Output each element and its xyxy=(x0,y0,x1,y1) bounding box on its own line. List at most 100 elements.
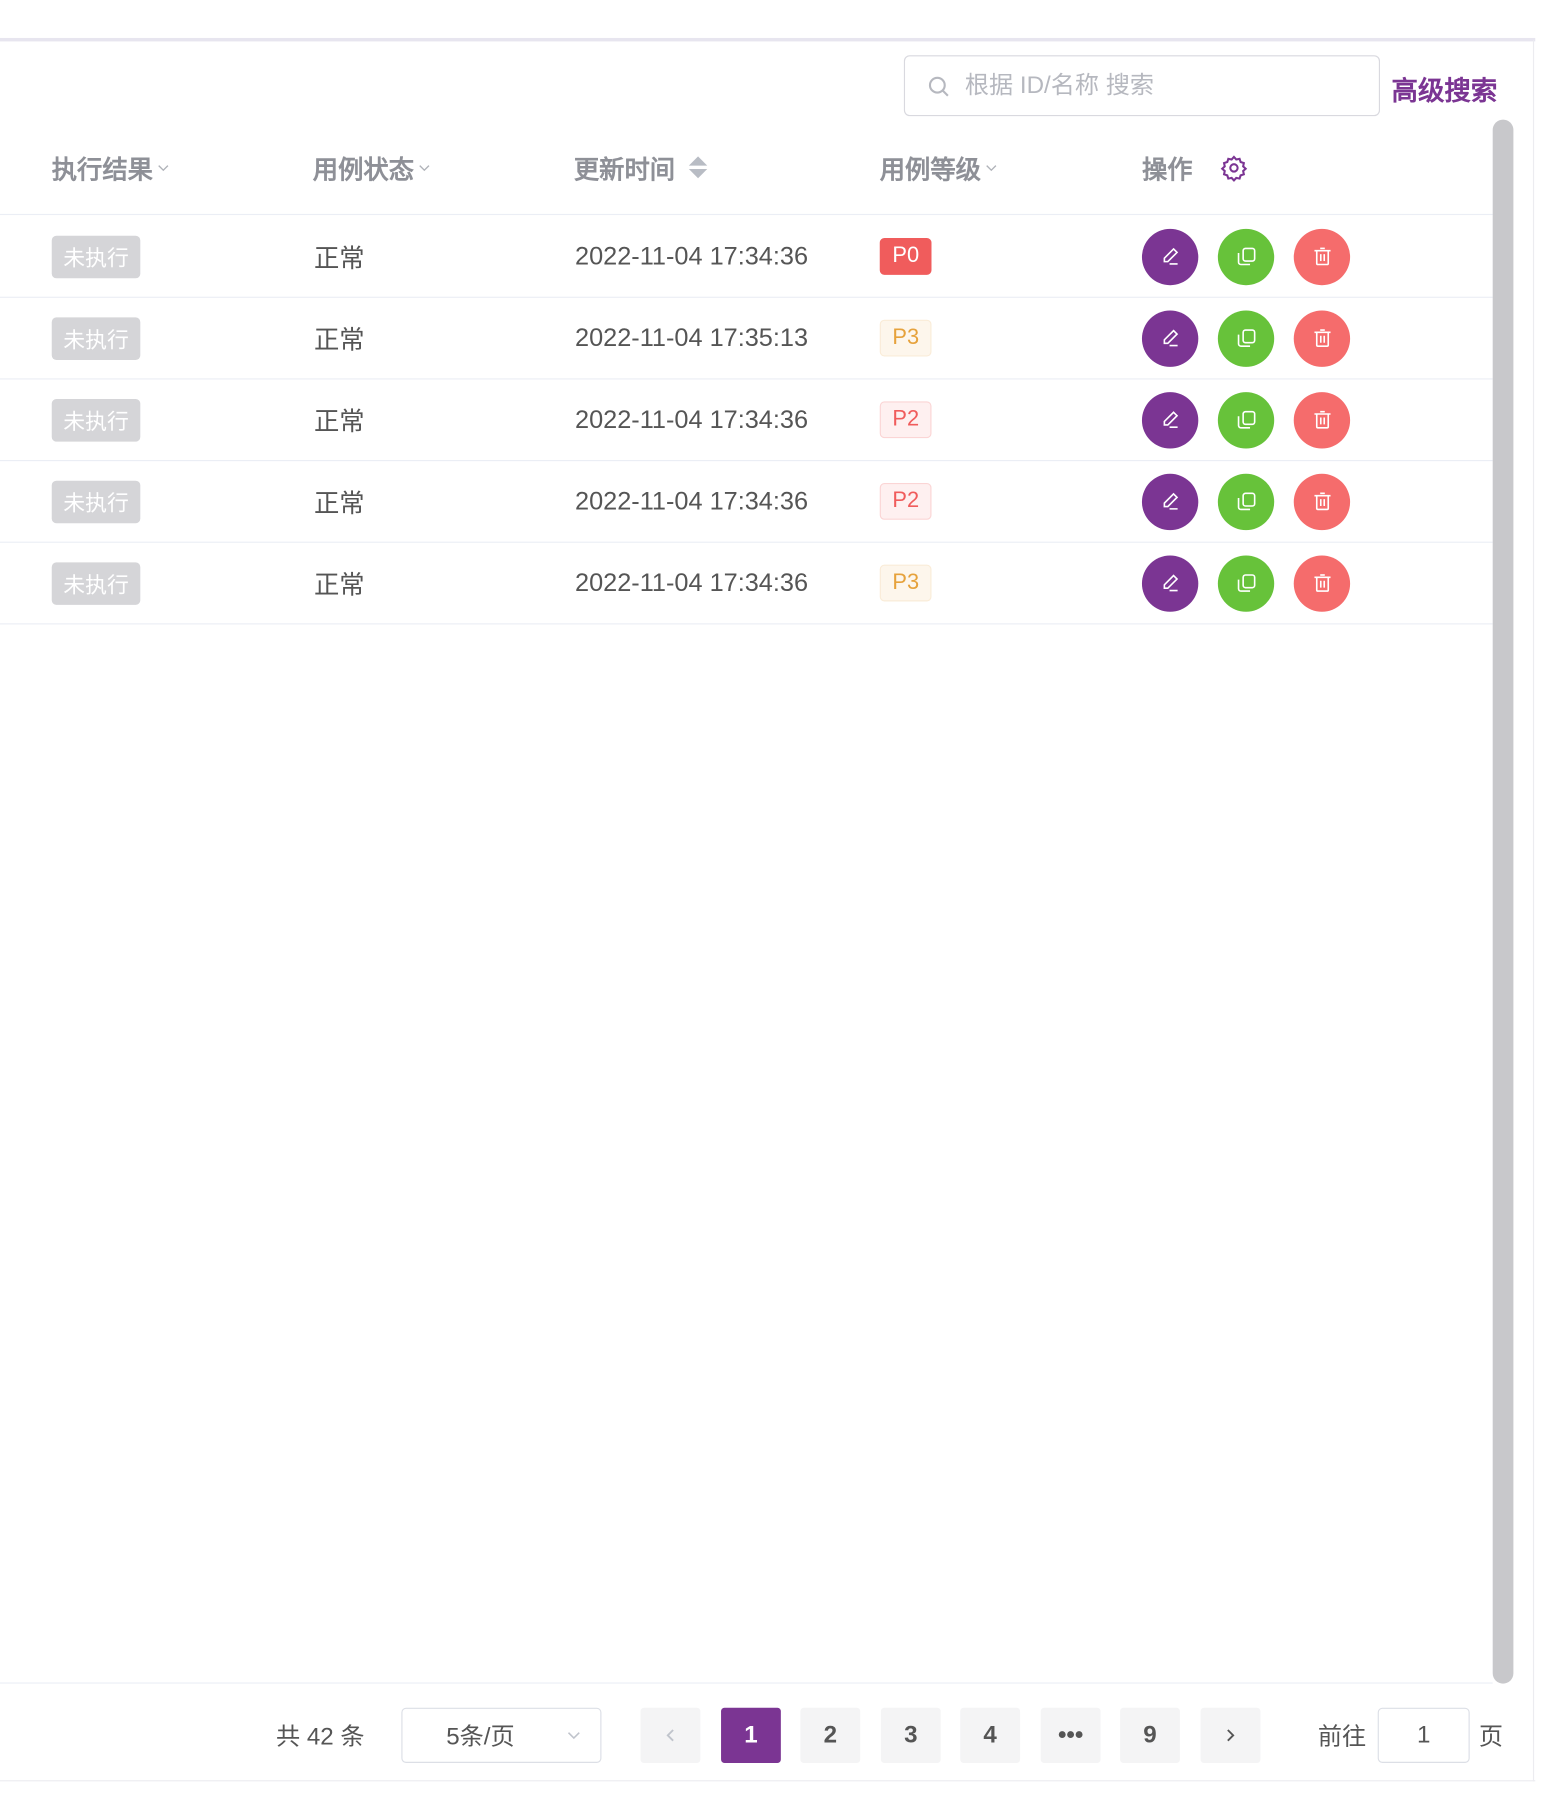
chevron-down-icon[interactable] xyxy=(156,160,170,174)
delete-button[interactable] xyxy=(1293,554,1351,612)
actions-cell xyxy=(1141,216,1370,296)
delete-icon xyxy=(1313,574,1330,592)
status-cell: 正常 xyxy=(313,325,365,355)
status-cell: 正常 xyxy=(313,243,365,273)
actions-cell xyxy=(1141,543,1370,624)
copy-icon xyxy=(1237,574,1255,592)
prev-page-button[interactable] xyxy=(640,1707,701,1763)
column-header-result[interactable]: 执行结果 xyxy=(52,120,170,215)
level-cell: P2 xyxy=(879,461,932,541)
search-icon xyxy=(928,76,949,96)
level-cell: P3 xyxy=(879,298,932,379)
priority-badge: P3 xyxy=(879,319,932,357)
result-cell: 未执行 xyxy=(51,543,141,624)
search-input[interactable] xyxy=(964,71,1356,100)
delete-button[interactable] xyxy=(1293,309,1351,367)
level-cell: P2 xyxy=(879,380,932,461)
search-box[interactable] xyxy=(903,55,1380,117)
page-size-value: 5条/页 xyxy=(446,1723,515,1751)
edit-button[interactable] xyxy=(1141,309,1199,367)
edit-icon xyxy=(1162,329,1178,347)
delete-icon xyxy=(1313,329,1330,347)
table-header: 执行结果 用例状态 更新时间 用例等级 操作 xyxy=(0,120,1493,216)
page-button-9[interactable]: 9 xyxy=(1120,1707,1180,1763)
advanced-search-link[interactable]: 高级搜索 xyxy=(1392,69,1498,108)
edit-button[interactable] xyxy=(1141,391,1199,448)
copy-button[interactable] xyxy=(1217,473,1275,530)
page-button-4[interactable]: 4 xyxy=(960,1707,1021,1763)
column-label: 操作 xyxy=(1141,154,1193,184)
chevron-down-icon[interactable] xyxy=(984,160,998,174)
column-header-actions: 操作 xyxy=(1142,120,1248,215)
next-page-button[interactable] xyxy=(1200,1707,1261,1763)
edit-button[interactable] xyxy=(1141,228,1199,285)
copy-icon xyxy=(1237,329,1255,347)
page-button-2[interactable]: 2 xyxy=(800,1707,861,1763)
edit-icon xyxy=(1162,411,1178,429)
copy-icon xyxy=(1237,410,1255,429)
chevron-down-icon[interactable] xyxy=(417,160,431,174)
column-label: 更新时间 xyxy=(573,154,676,184)
edit-button[interactable] xyxy=(1141,554,1199,612)
actions-cell xyxy=(1141,380,1370,461)
result-cell: 未执行 xyxy=(51,298,141,379)
gear-icon[interactable] xyxy=(1220,154,1248,182)
panel-border-bottom xyxy=(0,1780,1536,1782)
priority-badge: P2 xyxy=(879,483,932,520)
column-header-updated[interactable]: 更新时间 xyxy=(573,120,708,215)
actions-cell xyxy=(1141,298,1370,379)
table-row: 未执行 正常 2022-11-04 17:34:36 P3 xyxy=(0,543,1493,625)
table-row: 未执行 正常 2022-11-04 17:34:36 P2 xyxy=(0,380,1493,462)
chevron-left-icon xyxy=(666,1729,674,1742)
column-header-level[interactable]: 用例等级 xyxy=(880,120,998,215)
copy-button[interactable] xyxy=(1217,309,1275,367)
delete-icon xyxy=(1313,410,1330,429)
page-button-1[interactable]: 1 xyxy=(721,1707,781,1763)
edit-icon xyxy=(1162,492,1178,510)
priority-badge: P3 xyxy=(879,564,932,602)
edit-button[interactable] xyxy=(1141,473,1199,530)
result-badge: 未执行 xyxy=(51,316,141,360)
edit-icon xyxy=(1162,247,1178,265)
chevron-down-icon xyxy=(567,1732,580,1740)
top-divider xyxy=(0,37,1536,42)
case-table-panel: 高级搜索 执行结果 用例状态 更新时间 用例等级 操作 未执行正常2022-11… xyxy=(0,0,1556,1806)
updated-cell: 2022-11-04 17:34:36 xyxy=(575,241,809,271)
panel-border-right xyxy=(1532,40,1535,1782)
page-button-3[interactable]: 3 xyxy=(880,1707,941,1763)
chevron-right-icon xyxy=(1227,1729,1235,1742)
result-badge: 未执行 xyxy=(51,480,141,523)
result-badge: 未执行 xyxy=(51,561,141,605)
copy-button[interactable] xyxy=(1217,228,1275,285)
sort-icon[interactable] xyxy=(688,156,708,179)
page-size-select[interactable]: 5条/页 xyxy=(401,1707,602,1763)
delete-button[interactable] xyxy=(1293,473,1351,530)
updated-cell: 2022-11-04 17:34:36 xyxy=(575,486,809,516)
result-badge: 未执行 xyxy=(51,398,141,442)
edit-icon xyxy=(1162,574,1178,592)
goto-prefix-label: 前往 xyxy=(1317,1723,1367,1751)
vertical-scrollbar[interactable] xyxy=(1492,119,1514,1684)
level-cell: P3 xyxy=(879,543,932,624)
goto-page-input[interactable] xyxy=(1377,1707,1470,1763)
copy-button[interactable] xyxy=(1217,391,1275,448)
delete-icon xyxy=(1313,247,1330,266)
delete-button[interactable] xyxy=(1293,228,1351,285)
copy-button[interactable] xyxy=(1217,554,1275,612)
page-ellipsis-button[interactable]: ••• xyxy=(1040,1707,1101,1763)
table-row: 未执行 正常 2022-11-04 17:35:13 P3 xyxy=(0,298,1493,380)
pagination-total: 共 42 条 xyxy=(276,1723,365,1751)
updated-cell: 2022-11-04 17:35:13 xyxy=(575,323,809,352)
delete-icon xyxy=(1313,492,1330,511)
copy-icon xyxy=(1237,492,1255,511)
priority-badge: P0 xyxy=(879,238,932,275)
footer-divider xyxy=(0,1682,1493,1684)
column-label: 执行结果 xyxy=(51,154,153,184)
table-row: 未执行 正常 2022-11-04 17:34:36 P0 xyxy=(0,216,1493,298)
level-cell: P0 xyxy=(879,216,932,296)
status-cell: 正常 xyxy=(313,570,365,600)
result-cell: 未执行 xyxy=(51,216,141,296)
status-cell: 正常 xyxy=(313,407,365,436)
column-header-status[interactable]: 用例状态 xyxy=(313,120,431,215)
delete-button[interactable] xyxy=(1293,391,1351,448)
